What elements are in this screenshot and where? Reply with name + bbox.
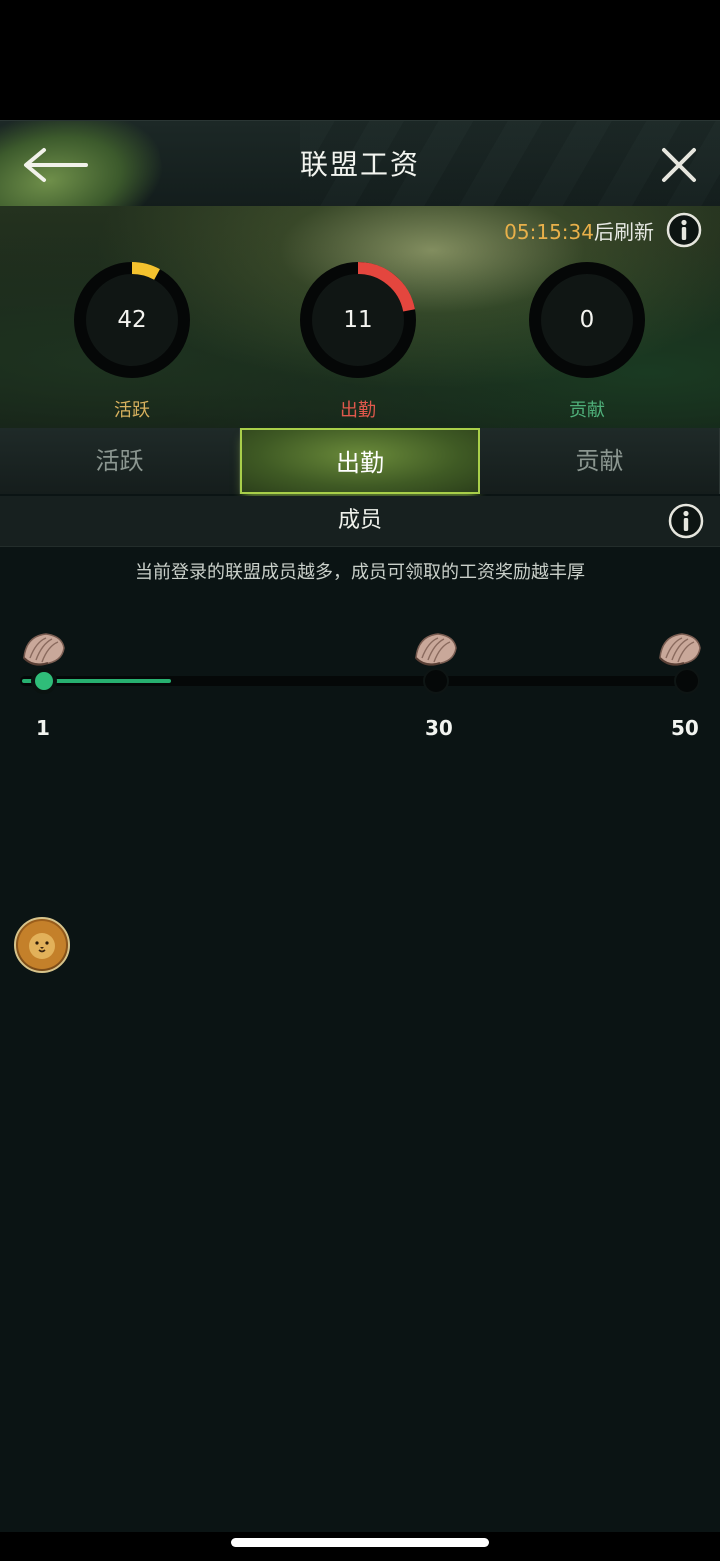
shell-icon: [23, 633, 65, 666]
refresh-timer: 05:15:34后刷新: [504, 218, 654, 246]
close-button[interactable]: [656, 142, 702, 188]
info-icon: [666, 212, 702, 248]
info-button-section[interactable]: [668, 503, 704, 539]
home-indicator[interactable]: [231, 1538, 489, 1547]
status-bar: [0, 0, 720, 120]
ring-huoyue: 42: [70, 258, 194, 382]
milestone-node-1: [31, 668, 57, 694]
page-title: 联盟工资: [299, 148, 420, 181]
tab-bar: 活跃 出勤 贡献: [0, 428, 720, 494]
ring-gongxian-value: 0: [579, 307, 595, 333]
refresh-time: 05:15:34: [504, 220, 594, 244]
shell-icon: [415, 633, 457, 666]
reward-shell-50[interactable]: [656, 630, 704, 670]
section-title: 成员: [337, 508, 382, 533]
reward-shell-1[interactable]: [20, 630, 68, 670]
tab-huoyue[interactable]: 活跃: [0, 428, 240, 494]
shell-icon: [659, 633, 701, 666]
ring-chuqin: 11: [296, 258, 420, 382]
lion-avatar: [18, 921, 66, 969]
milestone-label-50: 50: [671, 716, 699, 740]
member-avatar[interactable]: [14, 917, 70, 973]
info-icon: [668, 503, 704, 539]
info-button-top[interactable]: [666, 212, 702, 248]
description-text: 当前登录的联盟成员越多，成员可领取的工资奖励越丰厚: [135, 562, 585, 583]
ring-gongxian-label: 贡献: [569, 400, 605, 421]
close-icon: [662, 148, 696, 182]
tab-gongxian[interactable]: 贡献: [480, 428, 720, 494]
milestone-label-30: 30: [425, 716, 453, 740]
refresh-suffix: 后刷新: [594, 220, 654, 244]
ring-huoyue-value: 42: [117, 307, 147, 333]
ring-chuqin-value: 11: [343, 307, 373, 333]
ring-gongxian: 0: [525, 258, 649, 382]
ring-huoyue-label: 活跃: [114, 400, 150, 421]
reward-shell-30[interactable]: [412, 630, 460, 670]
milestone-node-50: [674, 668, 700, 694]
tab-chuqin[interactable]: 出勤: [240, 428, 480, 494]
milestone-label-1: 1: [36, 716, 50, 740]
ring-chuqin-label: 出勤: [340, 400, 376, 421]
milestone-node-30: [423, 668, 449, 694]
